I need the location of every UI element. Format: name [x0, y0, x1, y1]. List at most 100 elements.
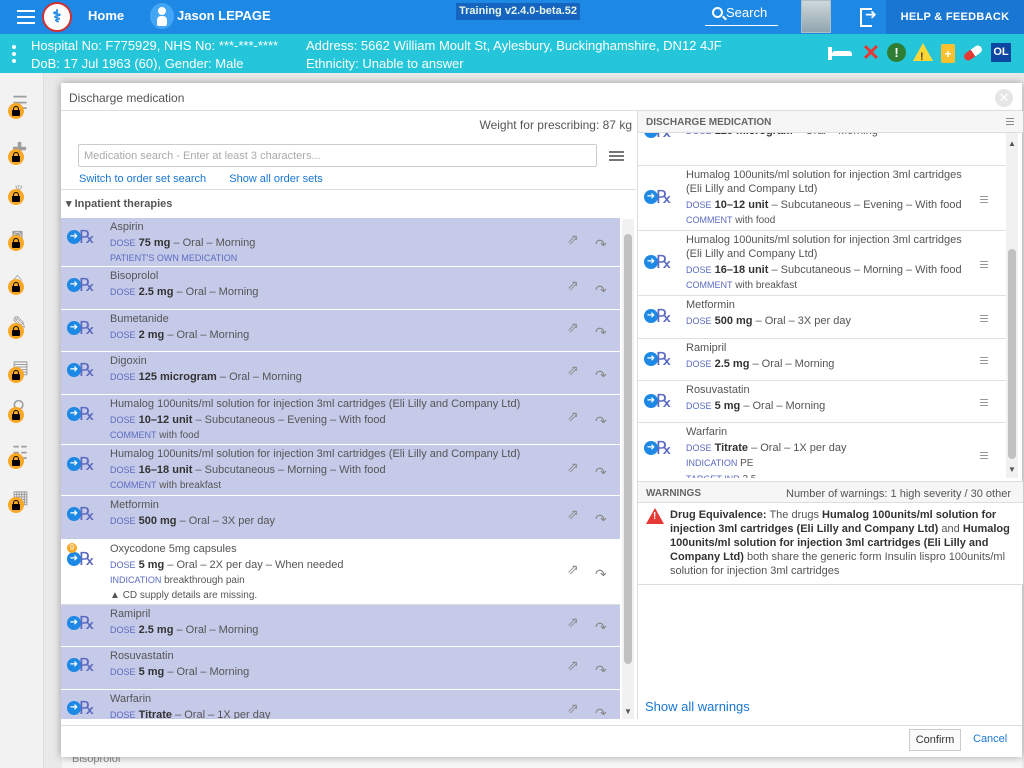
cross-alert-icon[interactable]: ✕: [860, 42, 882, 64]
medication-row[interactable]: ➜ ℞ Ramipril DOSE 2.5 mg – Oral – Morning ⇗ ↷: [61, 605, 620, 647]
copy-to-discharge-icon[interactable]: ⇗: [567, 277, 585, 293]
medication-row[interactable]: ➜ ℞ Bumetanide DOSE 2 mg – Oral – Morning ⇗ ↷: [61, 310, 620, 352]
medication-row[interactable]: ➜ ℞ Rosuvastatin DOSE 5 mg – Oral – Morning…: [61, 647, 620, 690]
confirm-button[interactable]: Confirm: [909, 729, 961, 751]
medication-name: Bumetanide: [110, 313, 169, 325]
medication-row[interactable]: ➜ ℞ Warfarin DOSE Titrate – Oral – 1X per d…: [61, 690, 620, 719]
scrollbar[interactable]: ▼: [622, 219, 634, 719]
copy-to-discharge-icon[interactable]: ⇗: [567, 231, 585, 247]
drag-handle-icon[interactable]: [980, 315, 988, 324]
copy-to-discharge-icon[interactable]: ⇗: [567, 408, 585, 424]
drag-handle-icon[interactable]: [980, 399, 988, 408]
bed-icon[interactable]: [826, 43, 854, 63]
medication-search-input[interactable]: Medication search - Enter at least 3 cha…: [78, 144, 597, 167]
discharge-item[interactable]: ➜ ℞ Humalog 100units/ml solution for injec…: [638, 166, 1006, 231]
extra-label: COMMENT: [686, 215, 733, 225]
copy-to-discharge-icon[interactable]: ⇗: [567, 700, 585, 716]
medication-row[interactable]: ➜ ℞ Humalog 100units/ml solution for injec…: [61, 395, 620, 445]
dose-label: DOSE: [110, 625, 136, 635]
scrollbar[interactable]: ▲ ▼: [1006, 133, 1018, 478]
lock-icon: [8, 103, 24, 119]
forward-icon[interactable]: ↷: [595, 511, 613, 527]
exclamation-alert-icon[interactable]: !: [887, 43, 906, 62]
copy-to-discharge-icon[interactable]: ⇗: [567, 657, 585, 673]
discharge-item[interactable]: ➜ ℞ Rosuvastatin DOSE 5 mg – Oral – Morning: [638, 381, 1006, 423]
logout-icon[interactable]: [860, 6, 879, 27]
sidebar-item[interactable]: ✚: [8, 139, 32, 165]
extra-value: with food: [735, 215, 776, 226]
sidebar-item[interactable]: ☰: [8, 93, 32, 119]
forward-icon[interactable]: ↷: [595, 282, 613, 298]
copy-to-discharge-icon[interactable]: ⇗: [567, 319, 585, 335]
drag-handle-icon[interactable]: [980, 357, 988, 366]
sidebar-item[interactable]: ☷: [8, 443, 32, 469]
discharge-item[interactable]: ➜℞ DOSE 125 microgram – Oral – Morning: [638, 133, 1006, 166]
close-icon[interactable]: ✕: [995, 89, 1013, 107]
avatar[interactable]: [801, 0, 831, 33]
user-name[interactable]: Jason LEPAGE: [177, 8, 271, 23]
home-link[interactable]: Home: [88, 8, 124, 23]
show-all-order-sets-link[interactable]: Show all order sets: [229, 173, 323, 185]
medication-row[interactable]: ➜ ℞ Metformin DOSE 500 mg – Oral – 3X per d…: [61, 496, 620, 540]
medication-dose: DOSE 10–12 unit – Subcutaneous – Evening…: [686, 199, 962, 211]
patient-address: Address: 5662 William Moult St, Aylesbur…: [306, 38, 722, 53]
menu-icon[interactable]: [17, 10, 35, 24]
copy-to-discharge-icon[interactable]: ⇗: [567, 614, 585, 630]
warning-alert-icon[interactable]: !: [913, 43, 933, 63]
medication-extra: COMMENT with breakfast: [686, 280, 797, 291]
help-feedback-button[interactable]: HELP & FEEDBACK: [886, 0, 1024, 34]
dose-label: DOSE: [686, 133, 712, 136]
copy-to-discharge-icon[interactable]: ⇗: [567, 362, 585, 378]
forward-icon[interactable]: ↷: [595, 464, 613, 480]
sidebar-item[interactable]: ▤: [8, 357, 32, 383]
sidebar-item[interactable]: ⌂: [8, 269, 32, 295]
copy-to-discharge-icon[interactable]: ⇗: [567, 459, 585, 475]
medication-row[interactable]: ➜ ℞ Aspirin DOSE 75 mg – Oral – Morning PATI…: [61, 218, 620, 267]
ol-badge[interactable]: OL: [991, 43, 1011, 62]
drag-handle-icon[interactable]: [980, 261, 988, 270]
forward-icon[interactable]: ↷: [595, 619, 613, 635]
medication-dose: DOSE 2.5 mg – Oral – Morning: [110, 624, 258, 636]
inpatient-list: ➜ ℞ Aspirin DOSE 75 mg – Oral – Morning PATI…: [61, 218, 621, 719]
menu-list-icon[interactable]: [609, 151, 624, 161]
forward-icon[interactable]: ↷: [595, 413, 613, 429]
capsule-alert-icon[interactable]: [962, 43, 984, 63]
forward-icon[interactable]: ↷: [595, 367, 613, 383]
search-button[interactable]: Search: [705, 4, 778, 26]
medication-dose: DOSE 500 mg – Oral – 3X per day: [686, 315, 851, 327]
switch-order-set-link[interactable]: Switch to order set search: [79, 173, 206, 185]
medication-alert-icon[interactable]: +: [941, 44, 955, 63]
more-vertical-icon[interactable]: [12, 45, 16, 63]
show-all-warnings-link[interactable]: Show all warnings: [645, 699, 750, 714]
forward-icon[interactable]: ↷: [595, 705, 613, 719]
forward-icon[interactable]: ↷: [595, 324, 613, 340]
discharge-item[interactable]: ➜ ℞ Warfarin DOSE Titrate – Oral – 1X per d…: [638, 423, 1006, 478]
sidebar-item[interactable]: ♆: [8, 179, 32, 205]
extra-label: PATIENT'S OWN MEDICATION: [110, 253, 238, 263]
sidebar-item[interactable]: ◙: [8, 225, 32, 251]
medication-row[interactable]: ➜ ℞ Humalog 100units/ml solution for injec…: [61, 445, 620, 496]
forward-icon[interactable]: ↷: [595, 662, 613, 678]
user-icon[interactable]: [150, 3, 174, 29]
discharge-item[interactable]: ➜ ℞ Humalog 100units/ml solution for injec…: [638, 231, 1006, 296]
extra-label: COMMENT: [110, 430, 157, 440]
drag-handle-icon[interactable]: [980, 452, 988, 461]
sidebar-item[interactable]: ▦: [8, 487, 32, 513]
copy-to-discharge-icon[interactable]: ⇗: [567, 561, 585, 577]
drag-handle-icon[interactable]: [980, 196, 988, 205]
medication-row[interactable]: ➜ ℞ Bisoprolol DOSE 2.5 mg – Oral – Morning…: [61, 267, 620, 310]
discharge-item[interactable]: ➜ ℞ Metformin DOSE 500 mg – Oral – 3X per d…: [638, 296, 1006, 339]
sidebar-item[interactable]: ✎: [8, 313, 32, 339]
cancel-button[interactable]: Cancel: [973, 733, 1007, 745]
medication-row[interactable]: ➜ ℞ 9 Oxycodone 5mg capsules DOSE 5 mg – Ora…: [61, 540, 620, 605]
medication-row[interactable]: ➜ ℞ Digoxin DOSE 125 microgram – Oral – Mor…: [61, 352, 620, 395]
copy-to-discharge-icon[interactable]: ⇗: [567, 506, 585, 522]
discharge-item[interactable]: ➜ ℞ Ramipril DOSE 2.5 mg – Oral – Morning: [638, 339, 1006, 381]
sidebar-item[interactable]: ⚲: [8, 397, 32, 423]
inpatient-therapies-group[interactable]: ▾ Inpatient therapies: [61, 189, 636, 216]
forward-icon[interactable]: ↷: [595, 236, 613, 252]
forward-icon[interactable]: ↷: [595, 566, 613, 582]
menu-icon[interactable]: [1006, 118, 1014, 127]
app-logo[interactable]: ⚕: [42, 2, 72, 32]
warning-item[interactable]: ! Drug Equivalence: The drugs Humalog 10…: [638, 503, 1023, 585]
